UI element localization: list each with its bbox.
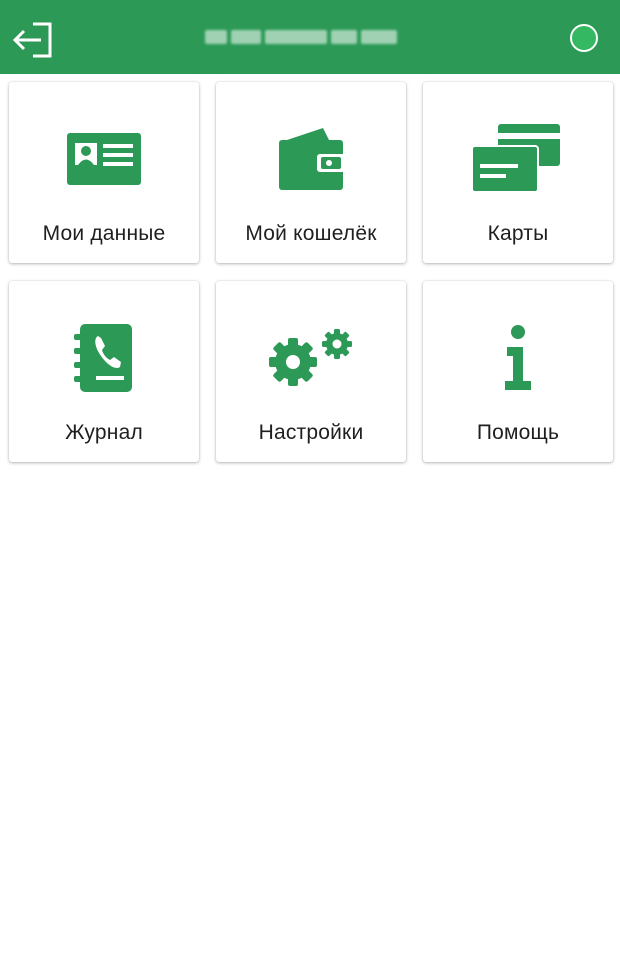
logout-icon: [12, 22, 52, 58]
tile-label: Настройки: [258, 421, 364, 444]
tile-label: Мои данные: [42, 222, 166, 245]
tile-my-wallet[interactable]: Мой кошелёк: [216, 82, 406, 263]
wallet-icon: [279, 128, 345, 190]
tile-journal[interactable]: Журнал: [9, 281, 199, 462]
cards-icon: [472, 124, 560, 193]
gears-icon: [269, 329, 352, 386]
tile-label: Журнал: [65, 421, 143, 444]
tile-settings[interactable]: Настройки: [216, 281, 406, 462]
logout-button[interactable]: [10, 20, 56, 60]
masked-account-title: [205, 26, 415, 48]
menu-grid: Мои данные Мой кошелёк Карты Журнал Наст…: [9, 82, 613, 462]
id-card-icon: [67, 133, 141, 185]
status-indicator-icon[interactable]: [570, 24, 598, 52]
tile-label: Мой кошелёк: [245, 222, 377, 245]
tile-my-data[interactable]: Мои данные: [9, 82, 199, 263]
tile-label: Карты: [487, 222, 549, 245]
tile-label: Помощь: [476, 421, 560, 444]
tile-cards[interactable]: Карты: [423, 82, 613, 263]
tile-help[interactable]: Помощь: [423, 281, 613, 462]
info-icon: [505, 325, 531, 390]
app-header: [0, 0, 620, 74]
phone-book-icon: [74, 324, 132, 392]
